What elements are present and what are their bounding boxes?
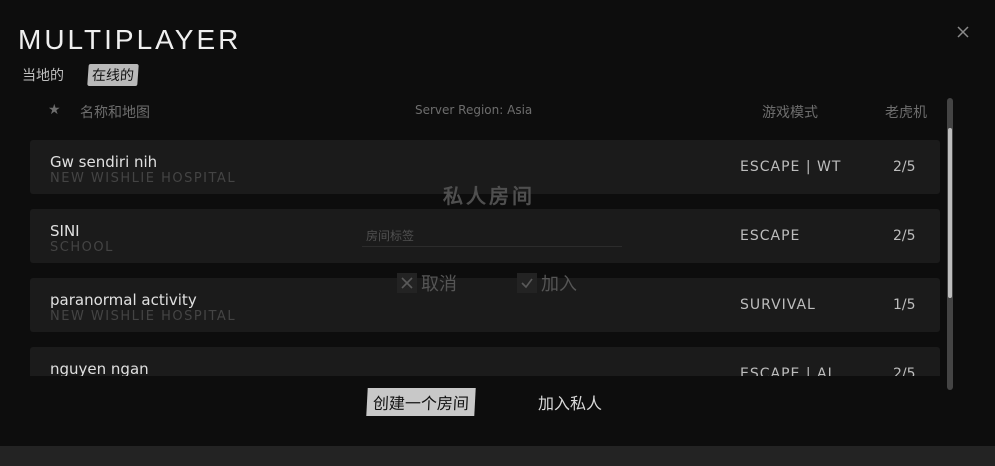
server-slots: 2/5 bbox=[893, 159, 916, 175]
private-room-title: 私人房间 bbox=[443, 184, 535, 208]
server-list-header: ★ 名称和地图 Server Region: Asia 游戏模式 老虎机 bbox=[30, 96, 940, 126]
checkmark-icon bbox=[517, 273, 537, 293]
server-mode: SURVIVAL bbox=[740, 297, 816, 313]
close-icon bbox=[957, 26, 969, 38]
server-name: SINI bbox=[50, 222, 80, 240]
server-name: paranormal activity bbox=[50, 291, 197, 309]
scrollbar[interactable] bbox=[947, 98, 953, 390]
cancel-button[interactable]: 取消 bbox=[397, 270, 457, 296]
tab-local[interactable]: 当地的 bbox=[18, 64, 68, 86]
bottom-strip bbox=[0, 446, 995, 466]
server-mode: ESCAPE | AI bbox=[740, 366, 833, 376]
scrollbar-thumb[interactable] bbox=[948, 128, 952, 298]
server-list: Gw sendiri nih NEW WISHLIE HOSPITAL ESCA… bbox=[30, 140, 940, 376]
server-slots: 1/5 bbox=[893, 297, 916, 313]
close-icon bbox=[397, 273, 417, 293]
join-button[interactable]: 加入 bbox=[517, 270, 577, 296]
column-header-name-map[interactable]: 名称和地图 bbox=[80, 102, 150, 122]
tab-online[interactable]: 在线的 bbox=[87, 64, 139, 86]
close-button[interactable] bbox=[953, 22, 973, 42]
star-icon[interactable]: ★ bbox=[48, 102, 61, 118]
create-room-button[interactable]: 创建一个房间 bbox=[366, 388, 476, 416]
join-private-button[interactable]: 加入私人 bbox=[532, 388, 608, 416]
server-row[interactable]: paranormal activity NEW WISHLIE HOSPITAL… bbox=[30, 278, 940, 332]
join-label: 加入 bbox=[541, 274, 577, 295]
server-mode: ESCAPE | WT bbox=[740, 159, 842, 175]
column-header-game-mode[interactable]: 游戏模式 bbox=[762, 102, 818, 122]
room-tag-input[interactable] bbox=[362, 226, 622, 247]
column-header-slots[interactable]: 老虎机 bbox=[885, 102, 927, 122]
server-map: NEW WISHLIE HOSPITAL bbox=[50, 309, 237, 324]
server-slots: 2/5 bbox=[893, 228, 916, 244]
server-name: Gw sendiri nih bbox=[50, 153, 158, 171]
cancel-label: 取消 bbox=[421, 274, 457, 295]
server-name: nguyen ngan bbox=[50, 360, 149, 376]
server-map: SCHOOL bbox=[50, 240, 114, 255]
page-title: MULTIPLAYER bbox=[18, 24, 242, 55]
server-slots: 2/5 bbox=[893, 366, 916, 376]
server-region-label: Server Region: Asia bbox=[415, 103, 533, 117]
server-mode: ESCAPE bbox=[740, 228, 801, 244]
mode-tabs: 当地的 在线的 bbox=[18, 64, 139, 86]
server-map: NEW WISHLIE HOSPITAL bbox=[50, 171, 237, 186]
server-row[interactable]: nguyen ngan ESCAPE | AI 2/5 bbox=[30, 347, 940, 376]
